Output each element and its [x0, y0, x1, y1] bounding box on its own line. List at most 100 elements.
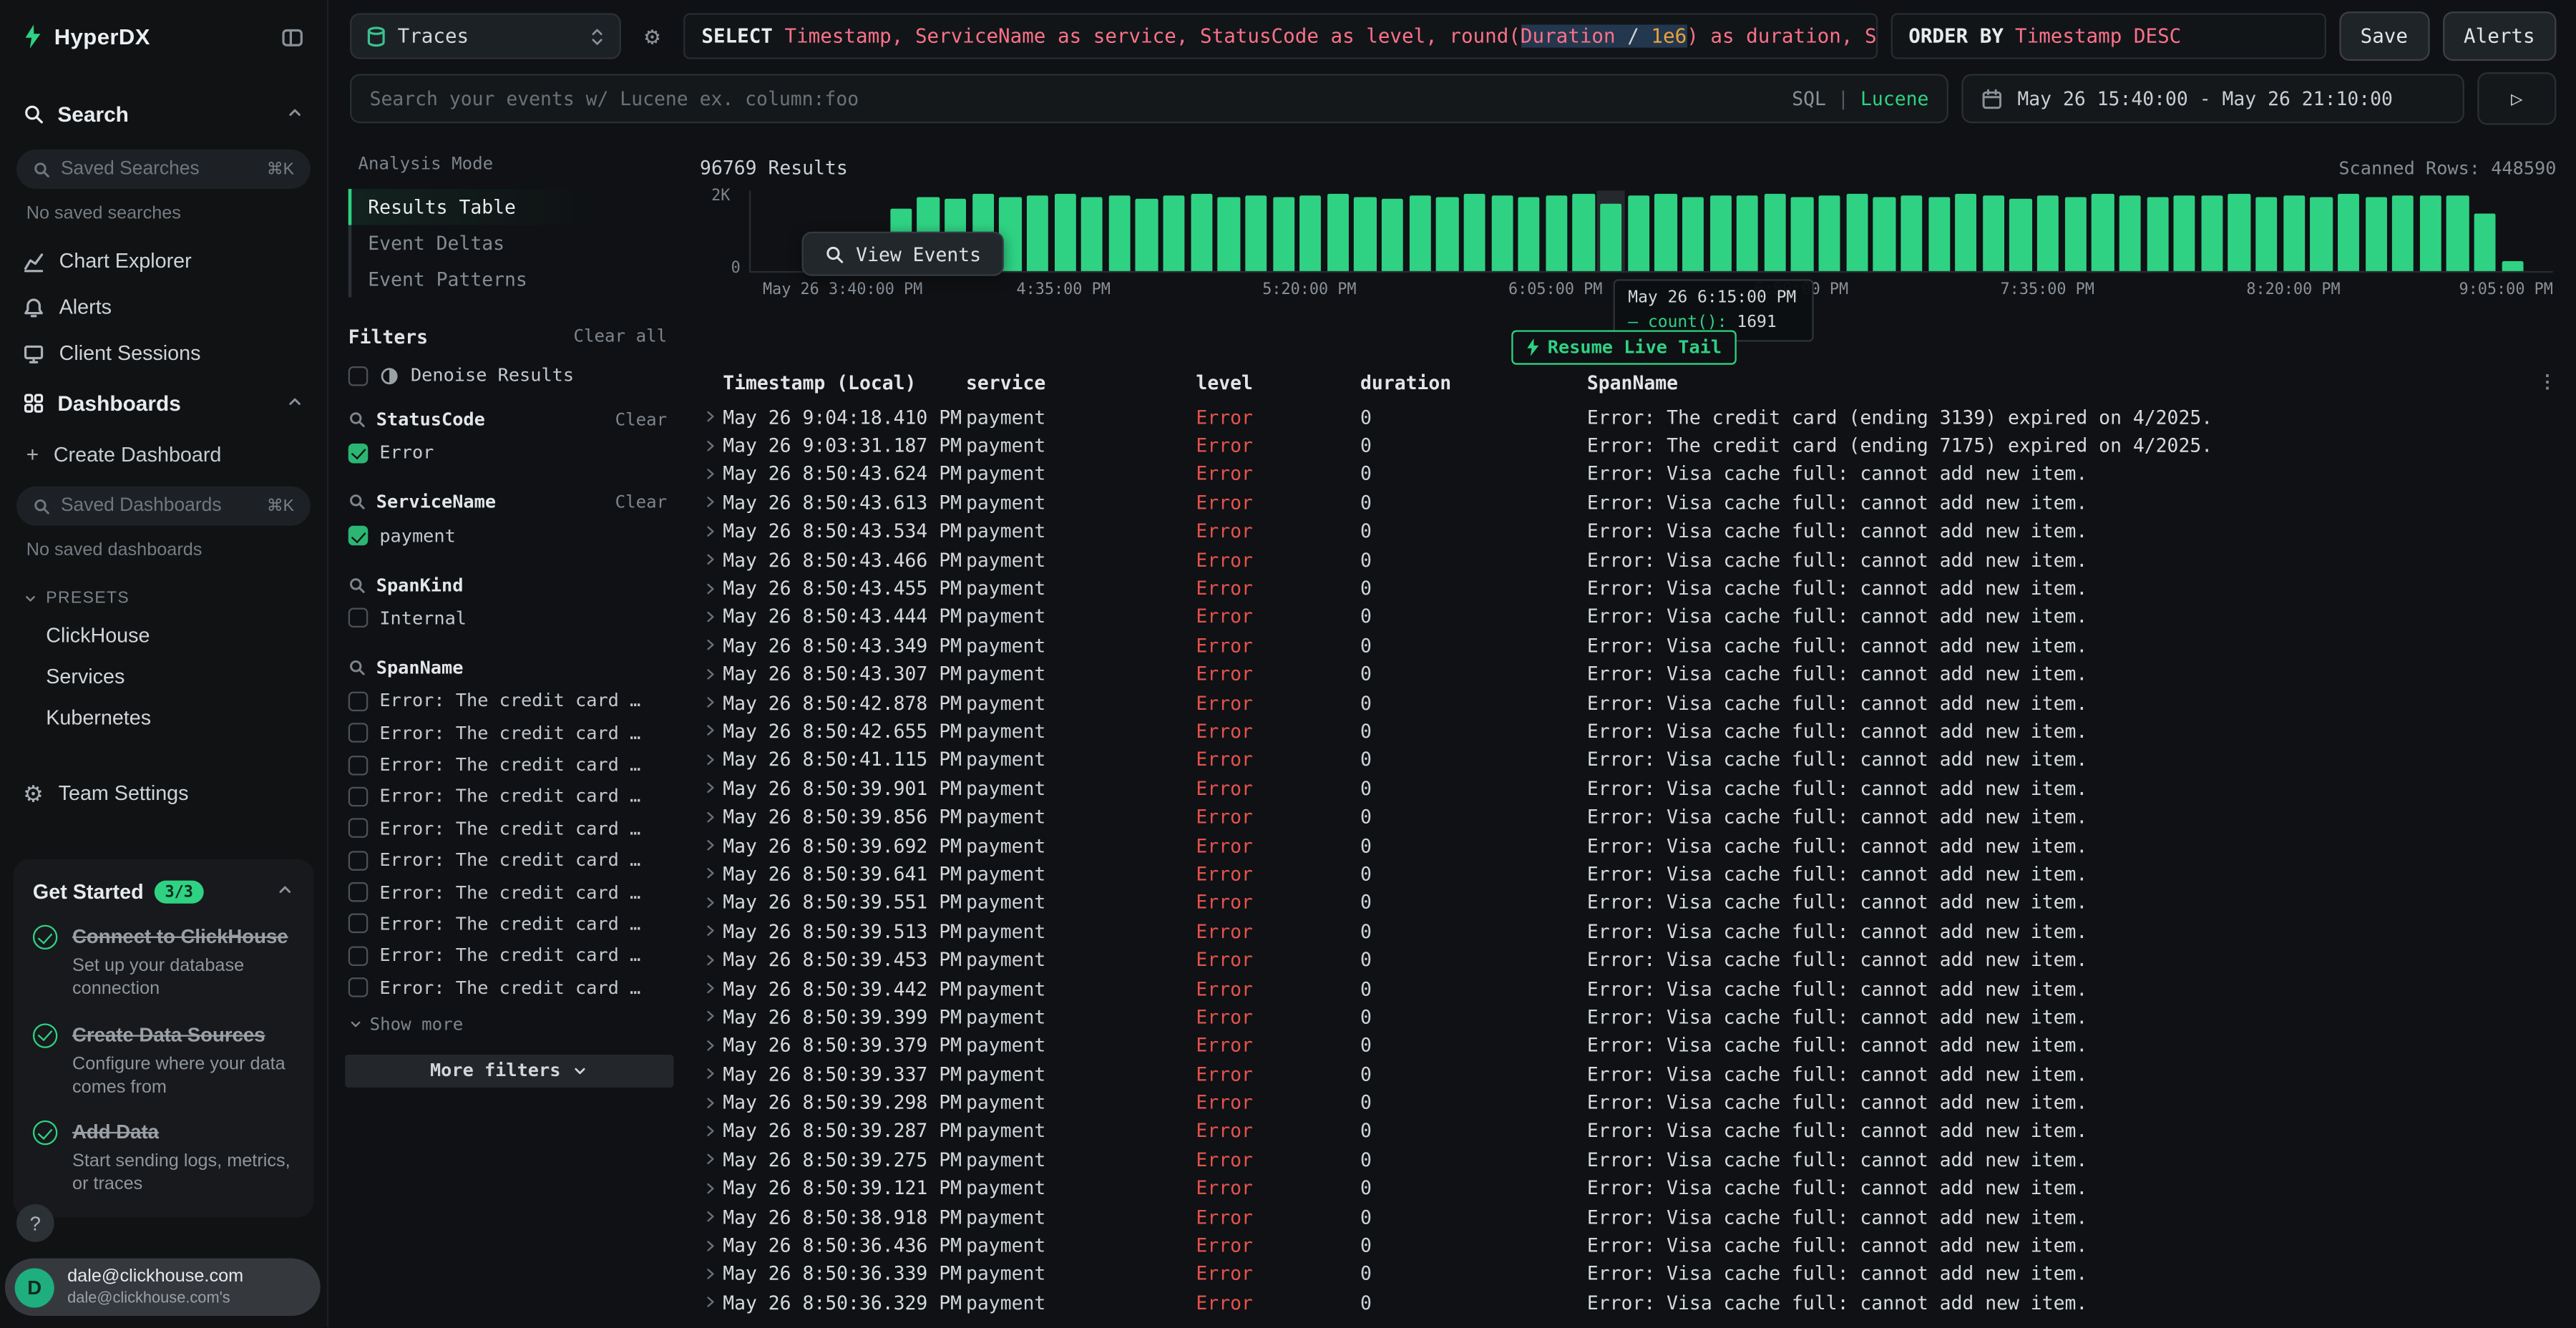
- checkbox[interactable]: [348, 787, 369, 807]
- row-expand-chevron[interactable]: [700, 438, 720, 453]
- histogram-bar[interactable]: [1433, 190, 1460, 271]
- get-started-item[interactable]: Connect to ClickHouse Set up your databa…: [33, 907, 294, 1005]
- source-select[interactable]: Traces: [350, 13, 621, 59]
- table-row[interactable]: May 26 8:50:39.513 PMpaymentError0Error:…: [700, 917, 2556, 945]
- histogram-bar[interactable]: [1652, 190, 1679, 271]
- histogram-bar[interactable]: [1516, 190, 1543, 271]
- row-expand-chevron[interactable]: [700, 1123, 720, 1138]
- histogram-bar[interactable]: [2034, 190, 2062, 271]
- histogram-bar[interactable]: [1762, 190, 1789, 271]
- histogram-bar[interactable]: [1324, 190, 1352, 271]
- checkbox[interactable]: [348, 851, 369, 871]
- histogram-bar[interactable]: [2444, 190, 2472, 271]
- row-expand-chevron[interactable]: [700, 1152, 720, 1167]
- table-options-icon[interactable]: ⋮: [2538, 371, 2556, 393]
- table-row[interactable]: May 26 9:04:18.410 PMpaymentError0Error:…: [700, 403, 2556, 431]
- histogram-bar[interactable]: [1488, 190, 1516, 271]
- analysis-mode-tab[interactable]: Event Deltas: [348, 225, 674, 262]
- denoise-results-checkbox[interactable]: Denoise Results: [348, 365, 674, 386]
- row-expand-chevron[interactable]: [700, 581, 720, 596]
- table-row[interactable]: May 26 8:50:43.624 PMpaymentError0Error:…: [700, 459, 2556, 488]
- row-expand-chevron[interactable]: [700, 1209, 720, 1224]
- row-expand-chevron[interactable]: [700, 981, 720, 996]
- table-row[interactable]: May 26 8:50:36.329 PMpaymentError0Error:…: [700, 1288, 2556, 1317]
- table-row[interactable]: May 26 8:50:39.901 PMpaymentError0Error:…: [700, 774, 2556, 803]
- histogram-bar[interactable]: [1269, 190, 1297, 271]
- sql-query-editor[interactable]: SELECT Timestamp, ServiceName as service…: [683, 13, 1878, 59]
- table-row[interactable]: May 26 8:50:39.692 PMpaymentError0Error:…: [700, 831, 2556, 859]
- table-row[interactable]: May 26 8:50:39.379 PMpaymentError0Error:…: [700, 1031, 2556, 1060]
- column-header-timestamp[interactable]: Timestamp (Local): [720, 371, 963, 394]
- row-expand-chevron[interactable]: [700, 695, 720, 710]
- sidebar-item-team-settings[interactable]: ⚙ Team Settings: [0, 771, 327, 816]
- histogram-bar[interactable]: [1980, 190, 2007, 271]
- filter-checkbox-item[interactable]: Internal: [345, 602, 673, 634]
- histogram-bar[interactable]: [2062, 190, 2089, 271]
- histogram-bar[interactable]: [1597, 190, 1624, 271]
- row-expand-chevron[interactable]: [700, 1066, 720, 1081]
- histogram-bar[interactable]: [1926, 190, 1953, 271]
- filter-checkbox-item[interactable]: payment: [345, 519, 673, 551]
- table-row[interactable]: May 26 8:50:43.307 PMpaymentError0Error:…: [700, 660, 2556, 688]
- user-menu[interactable]: D dale@clickhouse.com dale@clickhouse.co…: [5, 1259, 321, 1316]
- table-row[interactable]: May 26 8:50:39.442 PMpaymentError0Error:…: [700, 974, 2556, 1002]
- row-expand-chevron[interactable]: [700, 866, 720, 882]
- checkbox[interactable]: [348, 755, 369, 775]
- live-tail-button[interactable]: ▷: [2477, 72, 2556, 125]
- histogram-bar[interactable]: [2362, 190, 2389, 271]
- row-expand-chevron[interactable]: [700, 1010, 720, 1025]
- histogram-bar[interactable]: [2472, 190, 2499, 271]
- table-row[interactable]: May 26 8:50:39.856 PMpaymentError0Error:…: [700, 802, 2556, 831]
- order-by-input[interactable]: ORDER BY Timestamp DESC: [1890, 13, 2326, 59]
- analysis-mode-tab[interactable]: Event Patterns: [348, 261, 674, 298]
- row-expand-chevron[interactable]: [700, 924, 720, 939]
- checkbox[interactable]: [348, 443, 369, 463]
- preset-clickhouse[interactable]: ClickHouse: [0, 615, 327, 655]
- source-settings-gear-icon[interactable]: ⚙: [634, 21, 670, 51]
- histogram-bar[interactable]: [1898, 190, 1925, 271]
- table-row[interactable]: May 26 8:50:39.275 PMpaymentError0Error:…: [700, 1146, 2556, 1174]
- checkbox[interactable]: [348, 914, 369, 934]
- lucene-mode-toggle[interactable]: Lucene: [1860, 87, 1928, 110]
- row-expand-chevron[interactable]: [700, 409, 720, 424]
- table-row[interactable]: May 26 9:03:31.187 PMpaymentError0Error:…: [700, 431, 2556, 459]
- histogram-bar[interactable]: [1406, 190, 1433, 271]
- histogram-bar[interactable]: [2089, 190, 2117, 271]
- checkbox[interactable]: [348, 978, 369, 998]
- sidebar-item-alerts[interactable]: Alerts: [0, 284, 327, 330]
- table-row[interactable]: May 26 8:50:39.121 PMpaymentError0Error:…: [700, 1174, 2556, 1203]
- histogram-bar[interactable]: [1953, 190, 1980, 271]
- row-expand-chevron[interactable]: [700, 1038, 720, 1053]
- histogram-bar[interactable]: [2144, 190, 2171, 271]
- row-expand-chevron[interactable]: [700, 1095, 720, 1110]
- histogram-bar[interactable]: [1352, 190, 1379, 271]
- presets-toggle[interactable]: PRESETS: [0, 575, 327, 615]
- sql-mode-toggle[interactable]: SQL: [1792, 87, 1826, 110]
- histogram-bar[interactable]: [1570, 190, 1597, 271]
- sidebar-item-client-sessions[interactable]: Client Sessions: [0, 330, 327, 376]
- histogram-bar[interactable]: [2225, 190, 2253, 271]
- save-button[interactable]: Save: [2339, 11, 2429, 61]
- sidebar-item-chart-explorer[interactable]: Chart Explorer: [0, 238, 327, 284]
- preset-kubernetes[interactable]: Kubernetes: [0, 696, 327, 737]
- checkbox[interactable]: [348, 526, 369, 546]
- histogram-bar[interactable]: [1078, 190, 1106, 271]
- row-expand-chevron[interactable]: [700, 1181, 720, 1196]
- filter-clear-button[interactable]: Clear: [615, 492, 668, 512]
- logo-row[interactable]: HyperDX: [0, 0, 327, 71]
- filter-checkbox-item[interactable]: Error: The credit card …: [345, 877, 673, 908]
- get-started-header[interactable]: Get Started 3/3: [33, 877, 294, 907]
- row-expand-chevron[interactable]: [700, 752, 720, 767]
- table-row[interactable]: May 26 8:50:43.466 PMpaymentError0Error:…: [700, 545, 2556, 574]
- histogram-bar[interactable]: [1707, 190, 1734, 271]
- checkbox[interactable]: [348, 882, 369, 902]
- histogram-bar[interactable]: [2198, 190, 2225, 271]
- histogram-bar[interactable]: [1625, 190, 1652, 271]
- table-row[interactable]: May 26 8:50:39.551 PMpaymentError0Error:…: [700, 888, 2556, 917]
- saved-dashboards-input[interactable]: Saved Dashboards ⌘K: [16, 487, 311, 526]
- table-row[interactable]: May 26 8:50:41.115 PMpaymentError0Error:…: [700, 746, 2556, 774]
- histogram-bar[interactable]: [1789, 190, 1816, 271]
- histogram-bar[interactable]: [1051, 190, 1078, 271]
- table-row[interactable]: May 26 8:50:36.339 PMpaymentError0Error:…: [700, 1259, 2556, 1288]
- histogram-bar[interactable]: [1461, 190, 1488, 271]
